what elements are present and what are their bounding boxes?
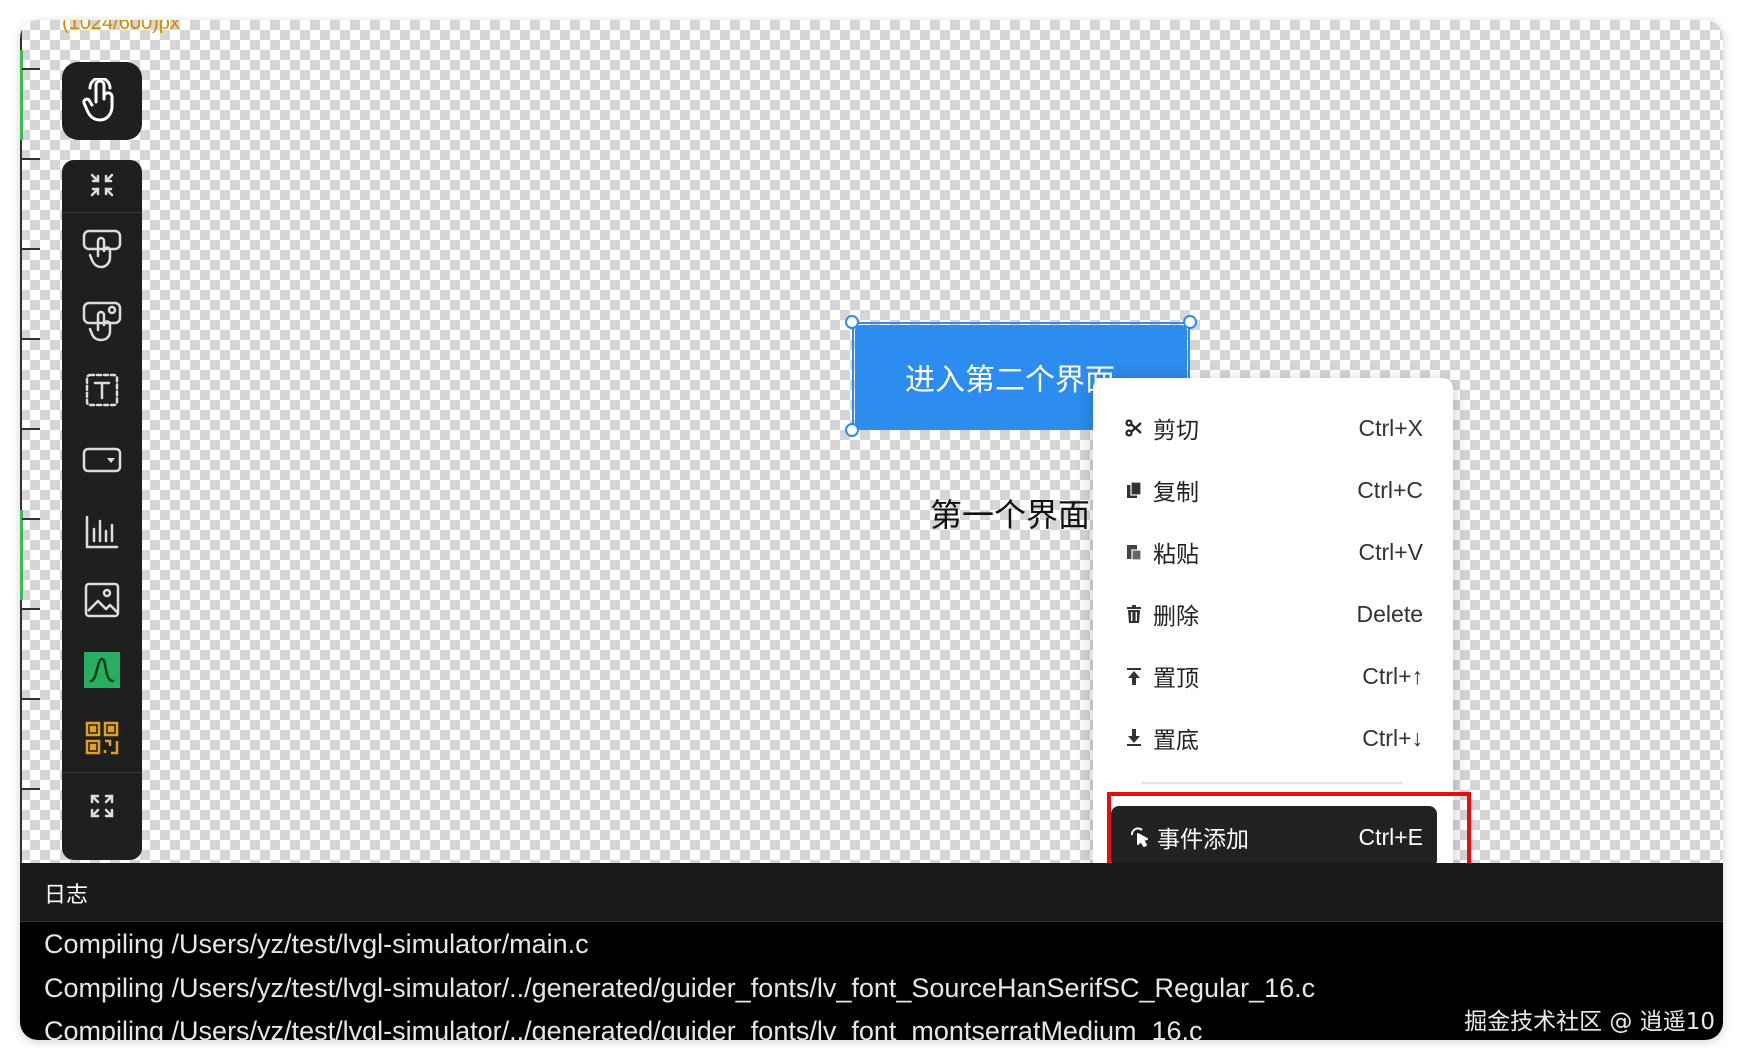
resize-handle-top-left[interactable] (845, 315, 859, 329)
watermark: 掘金技术社区 @ 逍遥10 (1464, 1009, 1715, 1035)
expand-icon (90, 794, 114, 818)
menu-item-bring-to-top[interactable]: 置顶 Ctrl+↑ (1123, 656, 1423, 696)
image-button-widget-tool[interactable] (62, 290, 142, 350)
bring-to-top-icon (1123, 665, 1145, 687)
dropdown-tool-icon (82, 447, 122, 473)
send-to-bottom-icon (1123, 727, 1145, 749)
qrcode-widget-tool[interactable] (62, 708, 142, 768)
curve-widget-tool[interactable] (62, 640, 142, 700)
menu-item-send-to-bottom[interactable]: 置底 Ctrl+↓ (1123, 718, 1423, 758)
dropdown-widget-tool[interactable] (62, 430, 142, 490)
canvas-dimension-label: (1024/600)px (62, 20, 180, 34)
image-widget-tool[interactable] (62, 570, 142, 630)
paste-icon (1123, 541, 1145, 563)
qrcode-tool-icon (85, 721, 119, 755)
collapse-icon (90, 173, 114, 197)
screen-label-widget[interactable]: 第一个界面 (930, 490, 1090, 536)
app-window: (1024/600)px 进入第二个界面 第一个界面 剪切 Ctrl+X 复制 … (20, 20, 1723, 1040)
vertical-ruler (20, 20, 40, 863)
image-tool-icon (84, 582, 120, 618)
resize-handle-bottom-left[interactable] (845, 423, 859, 437)
menu-item-paste[interactable]: 粘贴 Ctrl+V (1123, 532, 1423, 572)
chart-widget-tool[interactable] (62, 502, 142, 562)
log-line: Compiling /Users/yz/test/lvgl-simulator/… (44, 973, 1316, 1003)
menu-item-copy[interactable]: 复制 Ctrl+C (1123, 470, 1423, 510)
widget-toolbar (62, 160, 142, 860)
button-widget-tool[interactable] (62, 218, 142, 278)
copy-icon (1123, 479, 1145, 501)
menu-item-delete[interactable]: 删除 Delete (1123, 594, 1423, 634)
log-line: Compiling /Users/yz/test/lvgl-simulator/… (44, 929, 589, 959)
curve-tool-icon (84, 652, 120, 688)
hand-icon (82, 78, 114, 122)
log-panel: 日志 Compiling /Users/yz/test/lvgl-simulat… (20, 863, 1723, 1040)
collapse-toolbar-button[interactable] (62, 162, 142, 208)
text-tool-icon (85, 373, 119, 407)
chart-tool-icon (85, 515, 119, 549)
log-line: Compiling /Users/yz/test/lvgl-simulator/… (44, 1016, 1203, 1040)
trash-icon (1123, 603, 1145, 625)
hand-tool-button[interactable] (62, 62, 142, 140)
design-canvas[interactable]: (1024/600)px 进入第二个界面 第一个界面 (20, 20, 1723, 863)
resize-handle-top-right[interactable] (1183, 315, 1197, 329)
expand-toolbar-button[interactable] (62, 778, 142, 834)
log-header: 日志 (20, 863, 1723, 922)
scissors-icon (1123, 417, 1145, 439)
button-tool-icon (82, 229, 122, 269)
image-button-tool-icon (82, 301, 122, 342)
log-title: 日志 (44, 883, 89, 908)
text-widget-tool[interactable] (62, 360, 142, 420)
menu-separator (1141, 782, 1403, 784)
menu-item-cut[interactable]: 剪切 Ctrl+X (1123, 408, 1423, 448)
